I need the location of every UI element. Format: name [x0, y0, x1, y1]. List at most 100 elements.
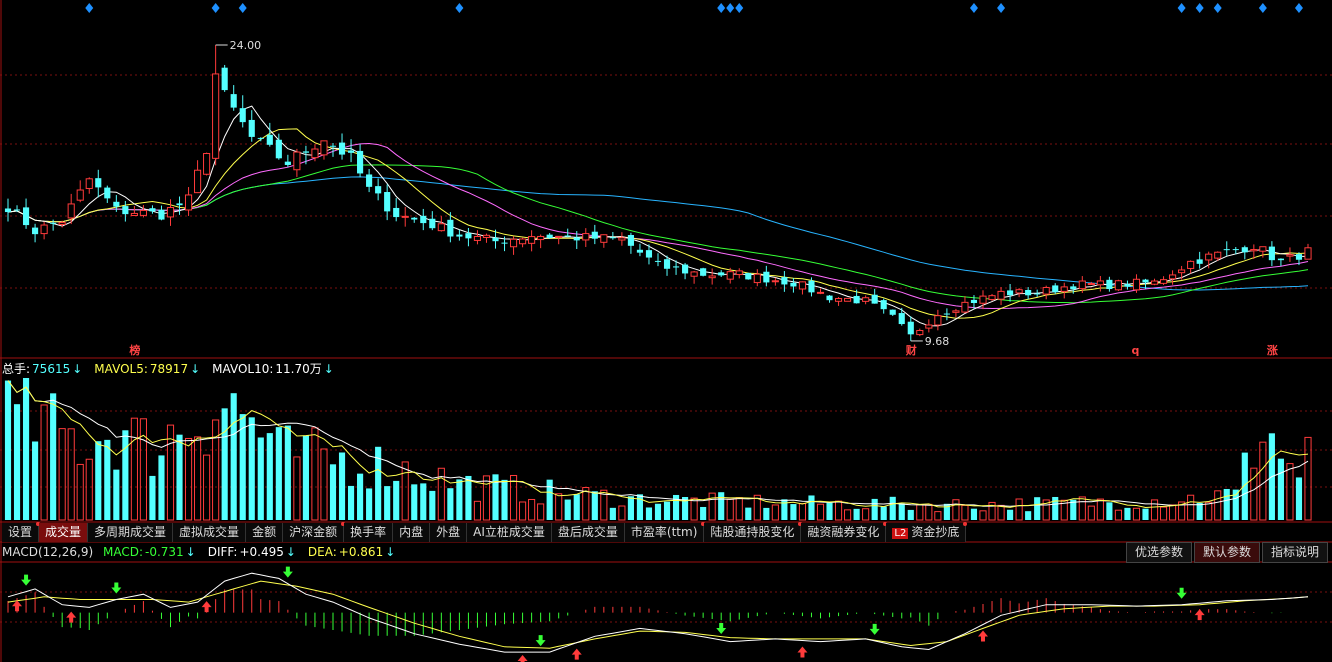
candle-body-up: [320, 140, 328, 156]
candle-body-down: [22, 207, 30, 226]
volume-bar-down: [176, 434, 183, 520]
indicator-tab[interactable]: AI立桩成交量: [467, 523, 552, 542]
volume-bar-down: [907, 509, 914, 520]
candle-body-up: [509, 238, 518, 248]
indicator-tab[interactable]: 设置: [2, 522, 41, 542]
indicator-tab-label: 金额: [252, 525, 277, 539]
volume-bar-up: [482, 475, 491, 521]
mavol5-line: [7, 380, 1309, 509]
volume-bar-down: [1025, 511, 1032, 520]
macd-param-button[interactable]: 默认参数: [1193, 542, 1260, 563]
candle-body-up: [1150, 280, 1159, 285]
candle-body-down: [230, 94, 237, 108]
candle-body-down: [1025, 289, 1032, 296]
down-arrow-icon: ↓: [323, 362, 334, 376]
indicator-tab[interactable]: 盘后成交量: [551, 523, 625, 542]
candle-body-up: [437, 223, 445, 232]
volume-bar-down: [357, 473, 364, 520]
volume-bar-up: [85, 458, 93, 521]
indicator-tab[interactable]: 沪深金额: [283, 522, 346, 542]
candle-body-down: [808, 280, 815, 293]
indicator-tab[interactable]: 外盘: [430, 523, 468, 542]
indicator-tab-label: 融资融券变化: [807, 525, 880, 539]
candle-body-up: [1060, 286, 1068, 292]
candle-body-down: [790, 282, 797, 287]
macd-param-button[interactable]: 优选参数: [1125, 542, 1192, 563]
candle-body-down: [1052, 285, 1059, 293]
candle-body-up: [76, 189, 84, 201]
buy-arrow-icon: [1194, 609, 1205, 621]
candle-body-down: [221, 67, 228, 91]
indicator-tab[interactable]: 虚拟成交量: [173, 523, 247, 542]
candle-body-down: [1034, 293, 1041, 295]
volume-bar-up: [798, 503, 807, 521]
macd-legend-value: +0.495: [239, 545, 284, 559]
candle-body-up: [1078, 280, 1086, 290]
candle-body-down: [492, 237, 499, 242]
volume-legend-item: 总手: 75615 ↓: [2, 362, 88, 376]
candle-body-down: [672, 266, 680, 268]
candle-body-up: [1214, 251, 1222, 259]
volume-bar-down: [871, 498, 878, 520]
macd-title: MACD(12,26,9): [2, 545, 94, 559]
volume-bar-up: [997, 504, 1005, 521]
l2-badge: L2: [892, 528, 909, 539]
volume-bar-down: [384, 486, 391, 520]
volume-bar-down: [591, 491, 598, 520]
indicator-tab[interactable]: 换手率: [344, 523, 394, 542]
indicator-tab-label: 资金抄底: [911, 525, 960, 539]
indicator-tab[interactable]: 陆股通持股变化: [704, 522, 803, 542]
candle-body-down: [609, 237, 616, 239]
indicator-tab[interactable]: 融资融券变化: [801, 522, 888, 542]
candle-body-down: [158, 209, 165, 220]
indicator-tab[interactable]: 内盘: [393, 523, 431, 542]
volume-bar-up: [834, 500, 843, 521]
indicator-tab[interactable]: 成交量: [39, 523, 89, 542]
candlestick-series[interactable]: [4, 45, 1312, 341]
candle-body-up: [67, 203, 75, 219]
volume-bar-up: [1187, 494, 1195, 521]
volume-bar-down: [573, 494, 580, 520]
volume-bar-down: [564, 499, 571, 520]
candle-body-down: [636, 249, 644, 253]
indicator-tab[interactable]: 金额: [246, 523, 284, 542]
candle-body-down: [420, 215, 427, 224]
candle-body-up: [1096, 280, 1104, 286]
volume-bar-up: [76, 463, 84, 521]
volume-bar-down: [627, 496, 634, 520]
volume-bar-down: [456, 479, 463, 520]
volume-bar-up: [194, 436, 202, 521]
macd-param-button[interactable]: 指标说明: [1261, 542, 1328, 563]
indicator-tab-label: 盘后成交量: [557, 525, 618, 539]
candle-body-up: [1250, 248, 1258, 252]
candle-body-down: [284, 161, 291, 165]
candle-body-down: [1241, 247, 1248, 253]
volume-bar-up: [139, 418, 147, 521]
candle-body-up: [979, 295, 987, 304]
candle-body-down: [113, 201, 120, 207]
volume-bar-down: [1124, 507, 1131, 520]
volume-bar-down: [745, 507, 752, 520]
candle-body-down: [1232, 249, 1239, 251]
low-price-label: 9.68: [925, 335, 950, 348]
volume-bar-up: [582, 487, 590, 521]
volume-bar-up: [952, 499, 960, 521]
volume-bar-up: [509, 474, 518, 521]
candle-body-up: [85, 178, 93, 189]
candle-body-down: [1007, 290, 1014, 296]
candle-body-down: [266, 134, 273, 145]
volume-bar-down: [636, 494, 644, 520]
candle-body-down: [32, 227, 39, 235]
candle-body-up: [1178, 269, 1186, 274]
indicator-tab-label: 换手率: [350, 525, 387, 539]
candle-body-up: [1187, 260, 1195, 269]
candle-body-down: [853, 295, 860, 304]
volume-bars[interactable]: [4, 378, 1312, 521]
volume-legend-value: 78917: [149, 362, 189, 376]
candle-body-down: [663, 259, 671, 269]
volume-bar-up: [320, 448, 328, 521]
indicator-tab[interactable]: 多周期成交量: [88, 523, 174, 542]
event-diamond-icon: [238, 3, 247, 13]
indicator-tab[interactable]: 市盈率(ttm): [624, 522, 706, 542]
indicator-tab[interactable]: L2 资金抄底: [886, 522, 968, 542]
